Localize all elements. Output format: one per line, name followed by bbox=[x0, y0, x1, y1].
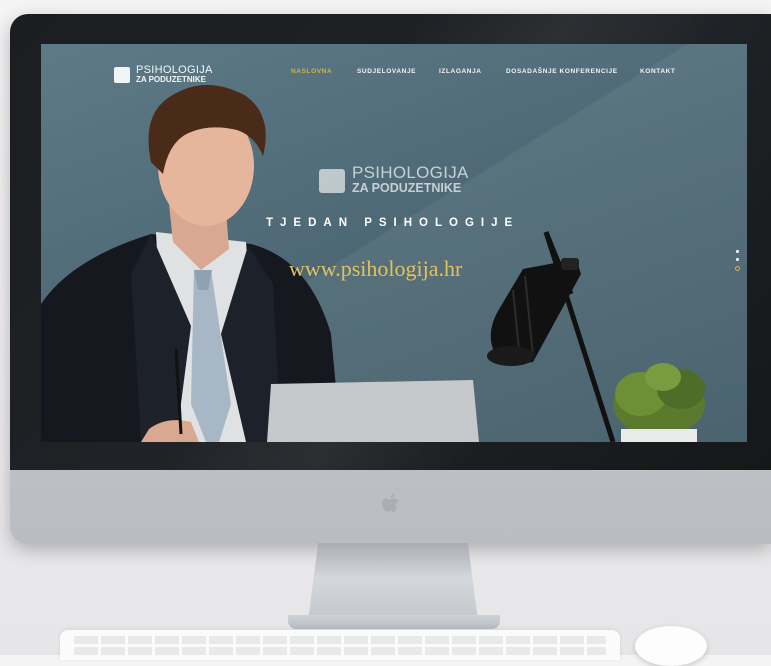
nav-item-naslovna[interactable]: NASLOVNA bbox=[291, 68, 332, 75]
nav-item-sudjelovanje[interactable]: SUDJELOVANJE bbox=[357, 68, 416, 75]
hero-person-photo bbox=[41, 85, 479, 442]
hero-headline: TJEDAN PSIHOLOGIJE bbox=[266, 217, 520, 229]
open-book-icon bbox=[319, 169, 345, 193]
monitor-stand bbox=[308, 543, 478, 621]
slider-pagination bbox=[735, 250, 741, 276]
nav-item-dosadasnje-konferencije[interactable]: DOSADAŠNJE KONFERENCIJE bbox=[506, 68, 618, 75]
website-screen: PSIHOLOGIJA ZA PODUZETNIKE NASLOVNA SUDJ… bbox=[41, 44, 747, 442]
slider-dot-1[interactable] bbox=[736, 250, 739, 253]
hero-logo: PSIHOLOGIJA ZA PODUZETNIKE bbox=[319, 163, 479, 197]
slider-dot-2[interactable] bbox=[736, 258, 739, 261]
hero-url: www.psihologija.hr bbox=[289, 256, 463, 281]
open-book-icon bbox=[114, 67, 130, 83]
nav-item-izlaganja[interactable]: IZLAGANJA bbox=[439, 68, 482, 75]
hero-logo-title: PSIHOLOGIJA bbox=[352, 163, 469, 182]
slider-dot-3-active[interactable] bbox=[735, 266, 740, 271]
top-navigation: PSIHOLOGIJA ZA PODUZETNIKE NASLOVNA SUDJ… bbox=[41, 44, 747, 102]
monitor-stand-base bbox=[288, 615, 500, 629]
logo-subtitle: ZA PODUZETNIKE bbox=[136, 75, 206, 84]
apple-logo-icon bbox=[382, 493, 399, 512]
nav-item-kontakt[interactable]: KONTAKT bbox=[640, 68, 676, 75]
mouse bbox=[635, 626, 707, 666]
keyboard bbox=[60, 630, 620, 660]
hero-logo-subtitle: ZA PODUZETNIKE bbox=[352, 181, 462, 195]
